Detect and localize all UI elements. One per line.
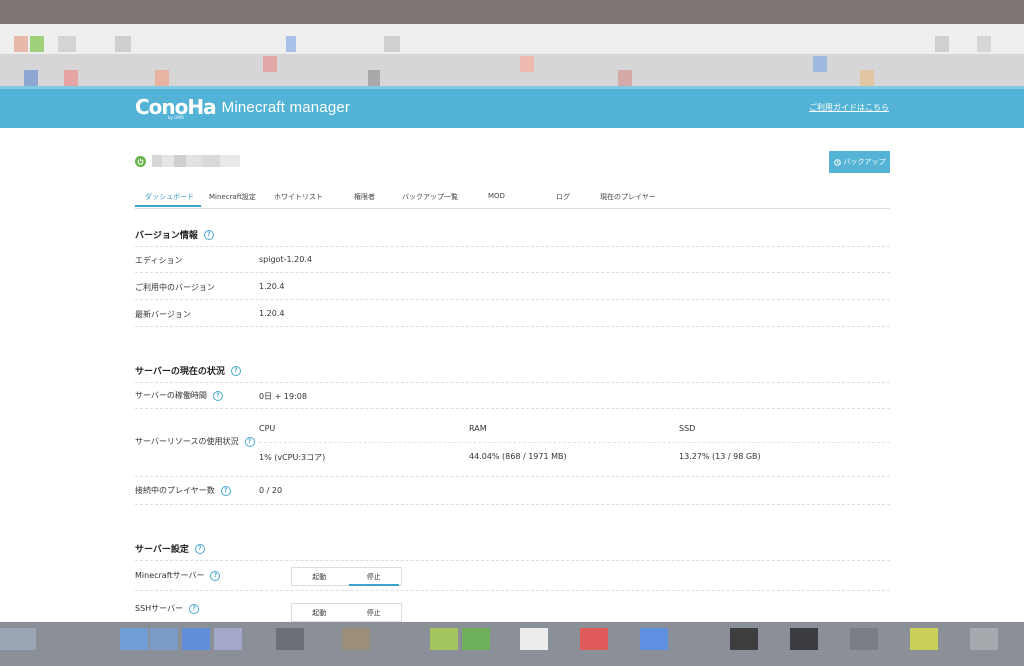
guide-link[interactable]: ご利用ガイドはこちら: [809, 102, 889, 113]
main-panel: バックアップ ダッシュボード Minecraft設定 ホワイトリスト 権限者 バ…: [0, 128, 1024, 622]
logo-subtext: by GMO: [168, 115, 184, 120]
uptime-label-text: サーバーの稼働時間: [135, 391, 207, 400]
settings-section-title: サーバー設定 ?: [135, 542, 205, 555]
tab-mod[interactable]: MOD: [488, 192, 505, 200]
browser-chrome-top: [0, 0, 1024, 86]
blurred-dock: [0, 622, 1024, 666]
ssd-value: 13.27% (13 / 98 GB): [679, 452, 761, 461]
version-title-text: バージョン情報: [135, 231, 198, 241]
resource-divider: [259, 442, 890, 443]
tab-dashboard[interactable]: ダッシュボード: [145, 192, 194, 202]
edition-label: エディション: [135, 256, 183, 265]
active-tab-indicator: [135, 205, 201, 207]
tab-minecraft-settings[interactable]: Minecraft設定: [209, 192, 256, 202]
backup-button[interactable]: バックアップ: [829, 151, 890, 173]
backup-icon: [833, 158, 841, 166]
current-version-value: 1.20.4: [259, 282, 285, 291]
cpu-header: CPU: [259, 424, 276, 433]
version-row-current: ご利用中のバージョン 1.20.4: [135, 273, 890, 300]
version-row-edition: エディション spigot-1.20.4: [135, 246, 890, 273]
app-name: Minecraft manager: [221, 98, 351, 116]
latest-version-label: 最新バージョン: [135, 310, 191, 319]
ssd-header: SSD: [679, 424, 696, 433]
help-icon[interactable]: ?: [244, 436, 255, 447]
minecraft-stop-button[interactable]: 停止: [347, 568, 402, 586]
uptime-label: サーバーの稼働時間 ?: [135, 390, 223, 401]
ssh-start-button[interactable]: 起動: [292, 604, 347, 621]
help-icon[interactable]: ?: [230, 365, 241, 376]
ssh-server-label: SSHサーバー ?: [135, 603, 200, 614]
status-row-uptime: サーバーの稼働時間 ? 0日 + 19:08: [135, 382, 890, 409]
status-title-text: サーバーの現在の状況: [135, 367, 225, 377]
power-icon: [135, 155, 146, 167]
players-value: 0 / 20: [259, 486, 283, 495]
version-row-latest: 最新バージョン 1.20.4: [135, 300, 890, 327]
minecraft-server-label: Minecraftサーバー ?: [135, 570, 221, 581]
settings-row-ssh: SSHサーバー ?: [135, 591, 890, 621]
tab-permissions[interactable]: 権限者: [354, 192, 375, 202]
resource-label-text: サーバーリソースの使用状況: [135, 437, 239, 446]
ssh-stop-button[interactable]: 停止: [347, 604, 402, 621]
players-label-text: 接続中のプレイヤー数: [135, 486, 215, 495]
conoha-logo[interactable]: ConoHa by GMO Minecraft manager: [135, 94, 350, 120]
ram-header: RAM: [469, 424, 487, 433]
uptime-value: 0日 + 19:08: [259, 392, 307, 401]
ssh-server-toggle: 起動 停止: [291, 603, 402, 622]
version-section-title: バージョン情報 ?: [135, 228, 214, 241]
edition-value: spigot-1.20.4: [259, 255, 312, 264]
help-icon[interactable]: ?: [210, 570, 221, 581]
tab-backup-list[interactable]: バックアップ一覧: [402, 192, 458, 202]
status-row-resources: サーバーリソースの使用状況 ? CPU RAM SSD 1% (vCPU:3コア…: [135, 409, 890, 477]
backup-button-label: バックアップ: [843, 158, 886, 166]
status-section-title: サーバーの現在の状況 ?: [135, 364, 241, 377]
ram-value: 44.04% (868 / 1971 MB): [469, 452, 567, 461]
help-icon[interactable]: ?: [189, 603, 200, 614]
tab-bar: ダッシュボード Minecraft設定 ホワイトリスト 権限者 バックアップ一覧…: [135, 186, 890, 209]
settings-row-minecraft: Minecraftサーバー ?: [135, 560, 890, 591]
help-icon[interactable]: ?: [220, 485, 231, 496]
tab-log[interactable]: ログ: [556, 192, 570, 202]
help-icon[interactable]: ?: [203, 229, 214, 240]
tab-current-players[interactable]: 現在のプレイヤー: [600, 192, 656, 202]
minecraft-server-toggle: 起動 停止: [291, 567, 402, 586]
help-icon[interactable]: ?: [212, 390, 223, 401]
help-icon[interactable]: ?: [194, 543, 205, 554]
ssh-server-label-text: SSHサーバー: [135, 604, 184, 613]
players-label: 接続中のプレイヤー数 ?: [135, 485, 231, 496]
cpu-value: 1% (vCPU:3コア): [259, 453, 326, 462]
tab-whitelist[interactable]: ホワイトリスト: [274, 192, 323, 202]
settings-title-text: サーバー設定: [135, 545, 189, 555]
server-title-row: [135, 155, 240, 167]
current-version-label: ご利用中のバージョン: [135, 283, 215, 292]
resource-label: サーバーリソースの使用状況 ?: [135, 436, 255, 447]
minecraft-start-button[interactable]: 起動: [292, 568, 347, 585]
server-name-redacted: [152, 155, 240, 167]
latest-version-value: 1.20.4: [259, 309, 285, 318]
minecraft-server-label-text: Minecraftサーバー: [135, 571, 205, 580]
status-row-players: 接続中のプレイヤー数 ? 0 / 20: [135, 477, 890, 505]
